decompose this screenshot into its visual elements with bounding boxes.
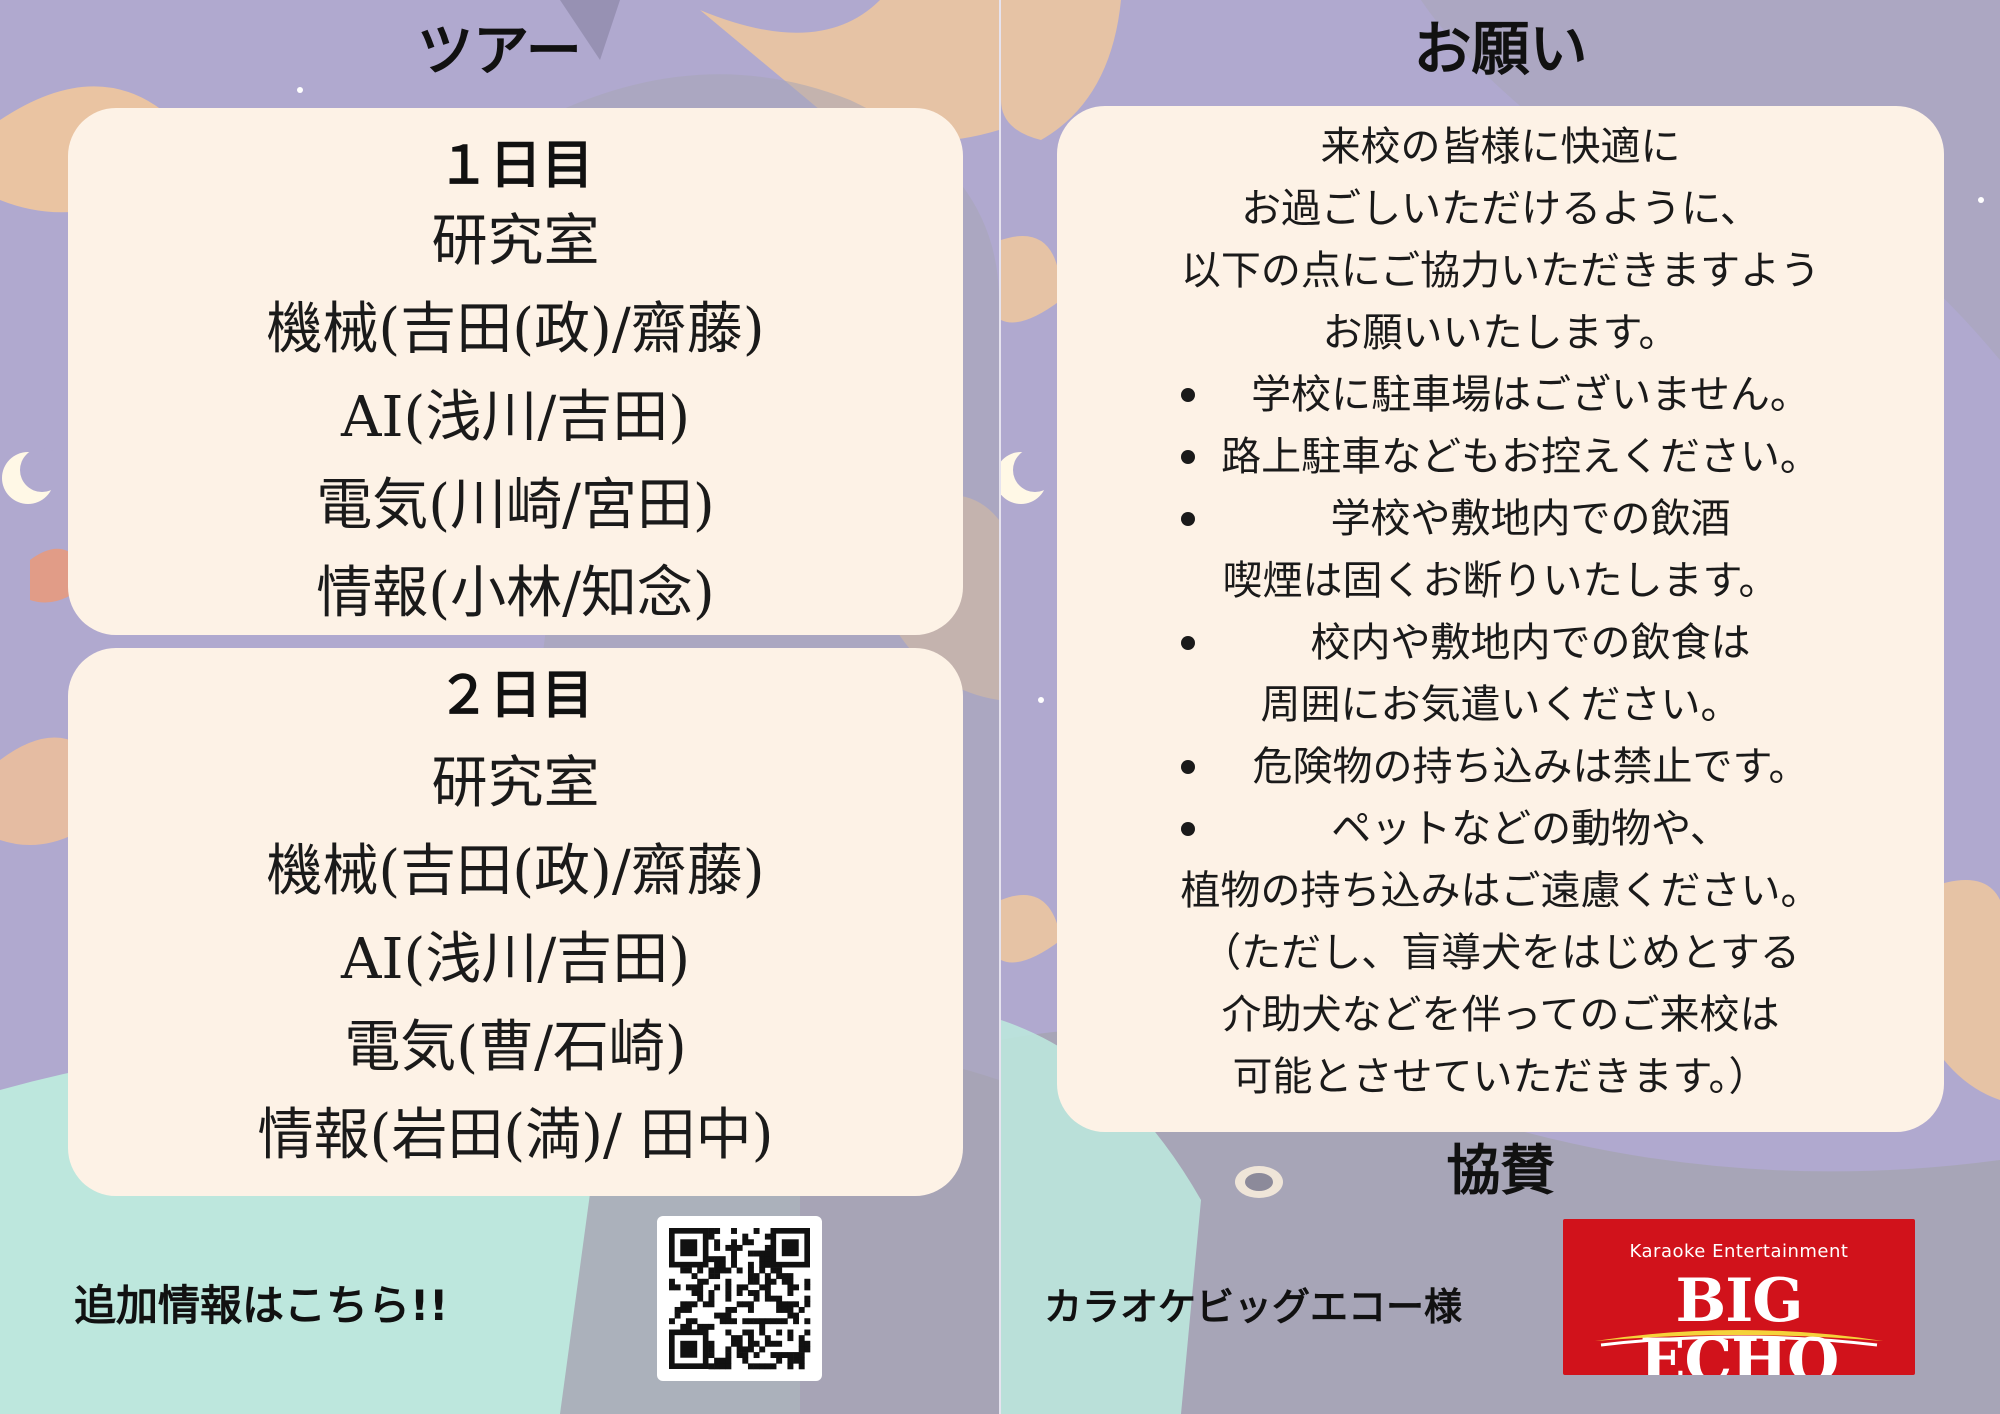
rules-list: 学校に駐車場はございません。 路上駐車などもお控えください。 学校や敷地内での飲… <box>1057 364 1944 922</box>
day1-card: １日目 研究室 機械(吉田(政)/齋藤) AI(浅川/吉田) 電気(川崎/宮田)… <box>68 108 963 635</box>
list-item: 校内や敷地内での飲食は <box>1057 612 1944 674</box>
intro-block: 来校の皆様に快適に お過ごしいただけるように、 以下の点にご協力いただきますよう… <box>1057 106 1944 364</box>
bullet-icon <box>1181 760 1195 774</box>
note-line: 介助犬などを伴ってのご来校は <box>1221 992 1780 1038</box>
sponsor-heading: 協賛 <box>1446 1139 1555 1202</box>
logo-subtitle: Karaoke Entertainment <box>1629 1241 1849 1262</box>
rule-text: ペットなどの動物や、 <box>1331 806 1730 852</box>
qr-code-icon <box>669 1228 811 1370</box>
tour-panel: ツアー １日目 研究室 機械(吉田(政)/齋藤) AI(浅川/吉田) 電気(川崎… <box>0 0 999 1414</box>
list-item: ペットなどの動物や、 <box>1057 798 1944 860</box>
note-block: （ただし、盲導犬をはじめとする 介助犬などを伴ってのご来校は 可能とさせていただ… <box>1057 922 1944 1108</box>
list-item: AI(浅川/吉田) <box>340 927 691 992</box>
list-item: 研究室 <box>431 751 600 816</box>
rule-text: 危険物の持ち込みは禁止です。 <box>1252 744 1809 790</box>
day2-card: ２日目 研究室 機械(吉田(政)/齋藤) AI(浅川/吉田) 電気(曹/石崎) … <box>68 648 963 1196</box>
rule-text: 学校に駐車場はございません。 <box>1251 372 1810 418</box>
rule-text: 学校や敷地内での飲酒 <box>1330 496 1731 542</box>
list-item: AI(浅川/吉田) <box>340 385 691 450</box>
list-item: 路上駐車などもお控えください。 <box>1057 426 1944 488</box>
list-item: 情報(岩田(満)/ 田中) <box>257 1103 774 1168</box>
day2-title: ２日目 <box>437 666 594 726</box>
intro-line: お願いいたします。 <box>1322 310 1679 356</box>
list-item: 電気(曹/石崎) <box>344 1015 687 1080</box>
request-card: 来校の皆様に快適に お過ごしいただけるように、 以下の点にご協力いただきますよう… <box>1057 106 1944 1132</box>
note-line: 可能とさせていただきます。） <box>1232 1054 1769 1100</box>
sponsor-name: カラオケビッグエコー様 <box>1044 1285 1463 1329</box>
qr-code-icon[interactable] <box>657 1216 822 1381</box>
swoosh-icon <box>1595 1330 1883 1347</box>
rule-text: 校内や敷地内での飲食は <box>1310 620 1751 666</box>
bullet-icon <box>1181 388 1195 402</box>
logo-content: Karaoke Entertainment BIG ECHO <box>1585 1241 1893 1375</box>
bullet-icon <box>1181 636 1195 650</box>
list-item: 機械(吉田(政)/齋藤) <box>266 839 765 904</box>
rule-text: 喫煙は固くお断りいたします。 <box>1222 558 1779 604</box>
intro-line: お過ごしいただけるように、 <box>1241 186 1760 232</box>
tour-heading: ツアー <box>417 19 582 84</box>
list-item: 学校に駐車場はございません。 <box>1057 364 1944 426</box>
list-item: 危険物の持ち込みは禁止です。 <box>1057 736 1944 798</box>
rule-text: 周囲にお気遣いください。 <box>1260 682 1741 728</box>
list-item: 学校や敷地内での飲酒 <box>1057 488 1944 550</box>
bullet-icon <box>1181 512 1195 526</box>
intro-line: 以下の点にご協力いただきますよう <box>1180 248 1821 294</box>
list-item: 機械(吉田(政)/齋藤) <box>266 297 765 362</box>
sponsor-logo[interactable]: Karaoke Entertainment BIG ECHO <box>1563 1219 1915 1375</box>
list-item: 情報(小林/知念) <box>316 561 715 626</box>
rule-text: 植物の持ち込みはご遠慮ください。 <box>1180 868 1821 914</box>
day1-title: １日目 <box>437 136 594 196</box>
bullet-icon <box>1181 822 1195 836</box>
intro-line: 来校の皆様に快適に <box>1320 124 1681 170</box>
request-heading: お願い <box>1413 15 1588 83</box>
day2-list: 研究室 機械(吉田(政)/齋藤) AI(浅川/吉田) 電気(曹/石崎) 情報(岩… <box>68 740 963 1180</box>
request-panel: お願い 来校の皆様に快適に お過ごしいただけるように、 以下の点にご協力いただき… <box>1001 0 2000 1414</box>
day1-list: 研究室 機械(吉田(政)/齋藤) AI(浅川/吉田) 電気(川崎/宮田) 情報(… <box>68 198 963 638</box>
rule-text: 路上駐車などもお控えください。 <box>1221 434 1820 480</box>
note-line: （ただし、盲導犬をはじめとする <box>1201 930 1800 976</box>
list-item: 電気(川崎/宮田) <box>316 473 715 538</box>
bullet-icon <box>1181 450 1195 464</box>
more-info-text: 追加情報はこちら!! <box>74 1281 449 1330</box>
list-item: 研究室 <box>431 209 600 274</box>
